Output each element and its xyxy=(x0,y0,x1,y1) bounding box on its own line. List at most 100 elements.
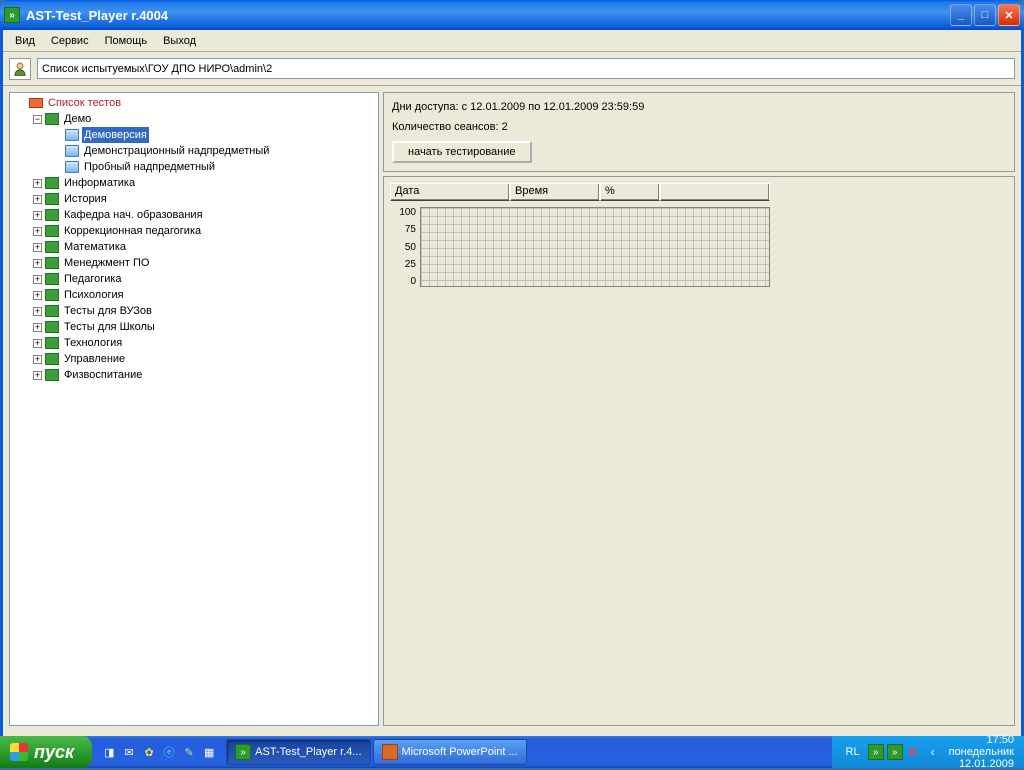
tray-hide-icon[interactable]: ‹ xyxy=(925,744,941,760)
clock[interactable]: 17:50 понедельник 12.01.2009 xyxy=(949,734,1014,770)
tree-folder[interactable]: Информатика xyxy=(62,175,137,191)
expander-icon[interactable]: + xyxy=(33,243,42,252)
clock-date: 12.01.2009 xyxy=(949,758,1014,770)
sessions-count-label: Количество сеансов: 2 xyxy=(392,121,1006,133)
ql-icon[interactable]: ✎ xyxy=(180,741,198,763)
tray-kaspersky-icon[interactable]: K xyxy=(906,744,922,760)
tree-folder[interactable]: Физвоспитание xyxy=(62,367,144,383)
folder-icon xyxy=(45,177,59,189)
expander-icon[interactable]: + xyxy=(33,339,42,348)
tree-panel[interactable]: Список тестов − Демо Демоверсия Демонст xyxy=(9,92,379,726)
column-percent[interactable]: % xyxy=(600,183,660,201)
folder-icon xyxy=(45,209,59,221)
column-empty xyxy=(660,183,770,201)
tree-folder-demo[interactable]: Демо xyxy=(62,111,93,127)
tree-folder[interactable]: Технология xyxy=(62,335,124,351)
tree-folder[interactable]: Управление xyxy=(62,351,127,367)
close-button[interactable]: ✕ xyxy=(998,4,1020,26)
menubar: Вид Сервис Помощь Выход xyxy=(3,30,1021,52)
tree-item[interactable]: Демонстрационный надпредметный xyxy=(82,143,271,159)
results-chart: 100 75 50 25 0 xyxy=(390,207,770,287)
tree-folder[interactable]: Педагогика xyxy=(62,271,124,287)
expander-icon[interactable]: + xyxy=(33,371,42,380)
window-title: AST-Test_Player r.4004 xyxy=(26,8,950,23)
folder-icon xyxy=(45,305,59,317)
tree-folder[interactable]: Кафедра нач. образования xyxy=(62,207,205,223)
page-icon xyxy=(65,145,79,157)
taskbar: пуск ◨ ✉ ✿ ⓔ ✎ ▦ » AST-Test_Player r.4..… xyxy=(0,736,1024,768)
folder-icon xyxy=(45,257,59,269)
quicklaunch: ◨ ✉ ✿ ⓔ ✎ ▦ xyxy=(92,741,226,763)
tree-item[interactable]: Пробный надпредметный xyxy=(82,159,217,175)
task-label: AST-Test_Player r.4... xyxy=(255,746,361,758)
clock-time: 17:50 xyxy=(949,734,1014,746)
path-field[interactable]: Список испытуемых\ГОУ ДПО НИРО\admin\2 xyxy=(37,58,1015,79)
ytick: 0 xyxy=(410,276,416,287)
menu-view[interactable]: Вид xyxy=(7,33,43,49)
tree-item-demoversion[interactable]: Демоверсия xyxy=(82,127,149,143)
tree-folder[interactable]: Тесты для Школы xyxy=(62,319,157,335)
expander-icon[interactable]: + xyxy=(33,355,42,364)
folder-icon xyxy=(45,225,59,237)
folder-icon xyxy=(45,321,59,333)
page-icon xyxy=(65,129,79,141)
menu-service[interactable]: Сервис xyxy=(43,33,97,49)
chart-plot-area xyxy=(420,207,770,287)
tray-icon[interactable]: » xyxy=(868,744,884,760)
taskbar-task-powerpoint[interactable]: Microsoft PowerPoint ... xyxy=(373,739,527,765)
clock-day: понедельник xyxy=(949,746,1014,758)
info-panel: Дни доступа: с 12.01.2009 по 12.01.2009 … xyxy=(383,92,1015,172)
system-tray: RL » » K ‹ 17:50 понедельник 12.01.2009 xyxy=(832,736,1024,768)
column-date[interactable]: Дата xyxy=(390,183,510,201)
expander-icon[interactable]: + xyxy=(33,291,42,300)
app-icon: » xyxy=(235,744,251,760)
menu-help[interactable]: Помощь xyxy=(97,33,156,49)
column-time[interactable]: Время xyxy=(510,183,600,201)
tree-folder[interactable]: Коррекционная педагогика xyxy=(62,223,203,239)
ytick: 25 xyxy=(405,259,416,270)
ql-icon[interactable]: ▦ xyxy=(200,741,218,763)
ytick: 50 xyxy=(405,242,416,253)
menu-exit[interactable]: Выход xyxy=(155,33,204,49)
expander-icon[interactable]: − xyxy=(33,115,42,124)
folder-icon xyxy=(45,369,59,381)
expander-icon[interactable]: + xyxy=(33,227,42,236)
tree-folder[interactable]: Математика xyxy=(62,239,128,255)
window-titlebar: » AST-Test_Player r.4004 _ □ ✕ xyxy=(0,0,1024,30)
expander-icon[interactable]: + xyxy=(33,307,42,316)
expander-icon[interactable]: + xyxy=(33,275,42,284)
folder-icon xyxy=(45,193,59,205)
expander-icon[interactable]: + xyxy=(33,211,42,220)
ytick: 75 xyxy=(405,224,416,235)
taskbar-task-ast[interactable]: » AST-Test_Player r.4... xyxy=(226,739,370,765)
language-indicator[interactable]: RL xyxy=(846,746,860,758)
ql-icon[interactable]: ✉ xyxy=(120,741,138,763)
ql-icon[interactable]: ⓔ xyxy=(160,741,178,763)
app-icon: » xyxy=(4,7,20,23)
tree-folder[interactable]: Психология xyxy=(62,287,126,303)
ql-show-desktop-icon[interactable]: ◨ xyxy=(100,741,118,763)
page-icon xyxy=(65,161,79,173)
expander-icon[interactable]: + xyxy=(33,195,42,204)
maximize-button[interactable]: □ xyxy=(974,4,996,26)
tree-folder[interactable]: История xyxy=(62,191,109,207)
toolbar: Список испытуемых\ГОУ ДПО НИРО\admin\2 xyxy=(3,52,1021,86)
expander-icon[interactable]: + xyxy=(33,259,42,268)
windows-flag-icon xyxy=(10,743,28,761)
tree-root-label[interactable]: Список тестов xyxy=(46,95,123,111)
start-test-button[interactable]: начать тестирование xyxy=(392,141,532,163)
tree-folder[interactable]: Тесты для ВУЗов xyxy=(62,303,154,319)
ytick: 100 xyxy=(399,207,416,218)
user-icon[interactable] xyxy=(9,58,31,80)
tray-icon[interactable]: » xyxy=(887,744,903,760)
start-button[interactable]: пуск xyxy=(0,736,92,768)
ql-icon[interactable]: ✿ xyxy=(140,741,158,763)
expander-icon[interactable]: + xyxy=(33,179,42,188)
folder-icon xyxy=(45,289,59,301)
expander-icon[interactable]: + xyxy=(33,323,42,332)
folder-icon xyxy=(45,337,59,349)
task-label: Microsoft PowerPoint ... xyxy=(402,746,518,758)
tree-folder[interactable]: Менеджмент ПО xyxy=(62,255,151,271)
minimize-button[interactable]: _ xyxy=(950,4,972,26)
folder-icon xyxy=(45,353,59,365)
